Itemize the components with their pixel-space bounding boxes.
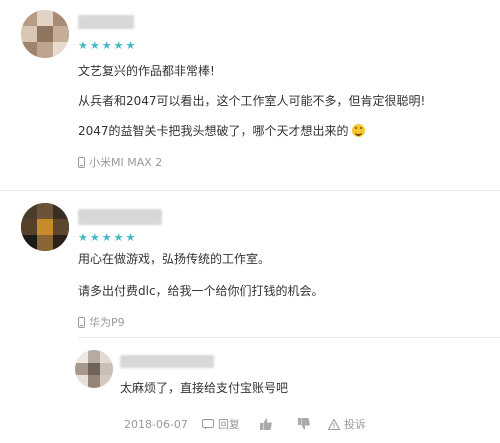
reply-username[interactable]: [120, 355, 214, 368]
avatar[interactable]: [21, 10, 69, 58]
star-icon: ★: [78, 39, 88, 52]
phone-icon: [78, 156, 85, 168]
device-name: 华为P9: [89, 316, 125, 329]
star-icon: ★: [125, 231, 136, 244]
star-icon: ★: [89, 39, 100, 52]
star-icon: ★: [89, 231, 100, 244]
like-button[interactable]: [259, 418, 272, 430]
divider: [0, 190, 500, 191]
device-label: 华为P9: [78, 314, 125, 330]
comment-bubble-icon: [201, 418, 214, 429]
thumbs-down-icon: [297, 418, 310, 430]
rating-stars: ★ ★ ★ ★ ★: [78, 232, 135, 243]
comment-text: 用心在做游戏，弘扬传统的工作室。: [78, 252, 271, 266]
star-icon: ★: [113, 231, 124, 244]
laughing-emoji-icon: [352, 124, 366, 137]
device-label: 小米MI MAX 2: [78, 154, 162, 170]
star-icon: ★: [125, 39, 136, 52]
device-name: 小米MI MAX 2: [89, 156, 163, 169]
username[interactable]: [78, 209, 162, 225]
thumbs-up-icon: [259, 418, 272, 430]
report-label: 投诉: [343, 418, 366, 431]
username[interactable]: [78, 15, 134, 29]
star-icon: ★: [101, 231, 112, 244]
reply-footer: 2018-06-07 回复 投诉: [124, 416, 366, 432]
comment-text: 2047的益智关卡把我头想破了，哪个天才想出来的: [78, 123, 366, 139]
comment-text: 文艺复兴的作品都非常棒!: [78, 64, 215, 78]
reply-button[interactable]: 回复: [201, 416, 240, 432]
reply-text: 太麻烦了，直接给支付宝账号吧: [120, 381, 289, 395]
reply-label: 回复: [217, 418, 240, 431]
phone-icon: [78, 316, 85, 328]
dislike-button[interactable]: [297, 418, 310, 430]
comment-text: 请多出付费dlc，给我一个给你们打钱的机会。: [78, 284, 324, 298]
comment-text: 从兵者和2047可以看出，这个工作室人可能不多，但肯定很聪明!: [78, 94, 426, 108]
reply-date: 2018-06-07: [124, 417, 188, 431]
star-icon: ★: [78, 231, 88, 244]
star-icon: ★: [101, 39, 112, 52]
reply-divider: [78, 337, 500, 338]
star-icon: ★: [113, 39, 124, 52]
report-button[interactable]: 投诉: [327, 416, 366, 432]
warning-icon: [327, 418, 340, 430]
reply-avatar[interactable]: [75, 350, 113, 388]
avatar[interactable]: [21, 203, 69, 251]
rating-stars: ★ ★ ★ ★ ★: [78, 40, 135, 51]
